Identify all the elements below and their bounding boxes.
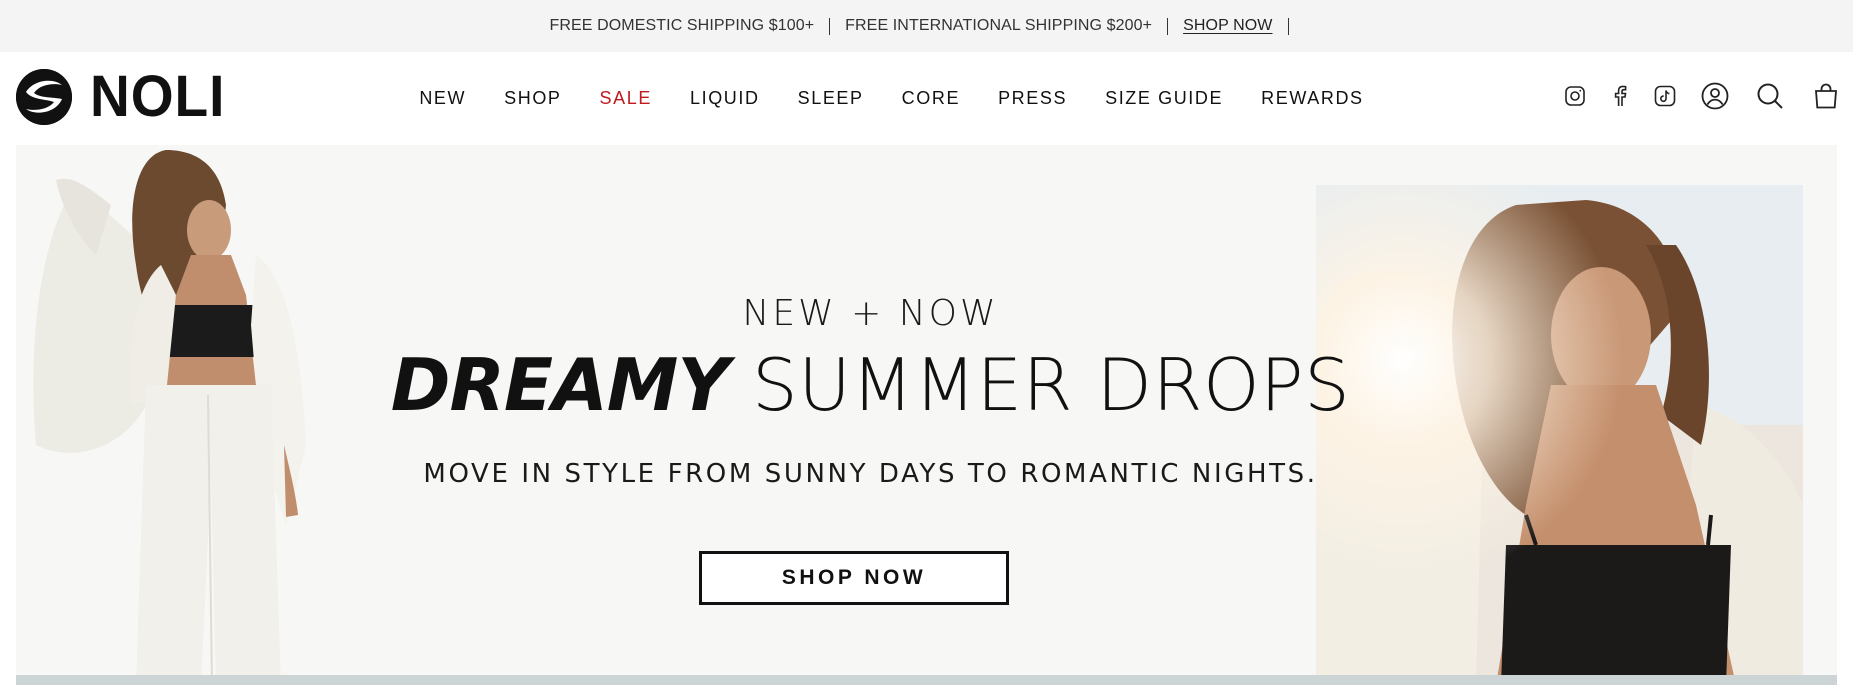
- domestic-shipping-text: FREE DOMESTIC SHIPPING $100+: [549, 17, 815, 34]
- facebook-icon[interactable]: [1608, 84, 1632, 108]
- nav-item-rewards[interactable]: REWARDS: [1242, 88, 1383, 109]
- divider: [1287, 17, 1289, 35]
- hero-shop-now-button[interactable]: SHOP NOW: [699, 551, 1009, 605]
- nav-item-new[interactable]: NEW: [400, 88, 485, 109]
- hero-eyebrow: NEW + NOW: [742, 293, 999, 334]
- nav-item-press[interactable]: PRESS: [979, 88, 1086, 109]
- nav-item-core[interactable]: CORE: [883, 88, 979, 109]
- hero-headline-strong: DREAMY: [390, 343, 730, 427]
- hero-subline: MOVE IN STYLE FROM SUNNY DAYS TO ROMANTI…: [423, 459, 1318, 489]
- divider: [829, 17, 831, 35]
- site-header: NOLI NEW SHOP SALE LIQUID SLEEP CORE PRE…: [0, 52, 1853, 144]
- divider: [1167, 17, 1169, 35]
- nav-item-size-guide[interactable]: SIZE GUIDE: [1086, 88, 1242, 109]
- hero-banner: NEW + NOW DREAMY SUMMER DROPS MOVE IN ST…: [16, 145, 1837, 685]
- announcement-bar: FREE DOMESTIC SHIPPING $100+ FREE INTERN…: [0, 0, 1853, 52]
- hero-headline-light: SUMMER DROPS: [751, 343, 1351, 427]
- nav-item-shop[interactable]: SHOP: [485, 88, 580, 109]
- search-icon[interactable]: [1756, 82, 1784, 110]
- nav-item-liquid[interactable]: LIQUID: [671, 88, 779, 109]
- nav-item-sleep[interactable]: SLEEP: [779, 88, 883, 109]
- logo[interactable]: NOLI: [16, 64, 233, 129]
- nav-item-sale[interactable]: SALE: [581, 88, 671, 109]
- cart-icon[interactable]: [1813, 82, 1839, 110]
- announcement-shop-now-link[interactable]: SHOP NOW: [1183, 17, 1272, 35]
- header-icons: [1563, 82, 1839, 110]
- account-icon[interactable]: [1701, 82, 1729, 110]
- instagram-icon[interactable]: [1563, 84, 1587, 108]
- logo-wordmark: NOLI: [90, 64, 226, 129]
- international-shipping-text: FREE INTERNATIONAL SHIPPING $200+: [845, 17, 1153, 34]
- hero-headline: DREAMY SUMMER DROPS: [16, 343, 1725, 427]
- logo-mark-icon: [16, 69, 72, 125]
- tiktok-icon[interactable]: [1653, 84, 1677, 108]
- hero-copy: NEW + NOW DREAMY SUMMER DROPS MOVE IN ST…: [16, 145, 1725, 685]
